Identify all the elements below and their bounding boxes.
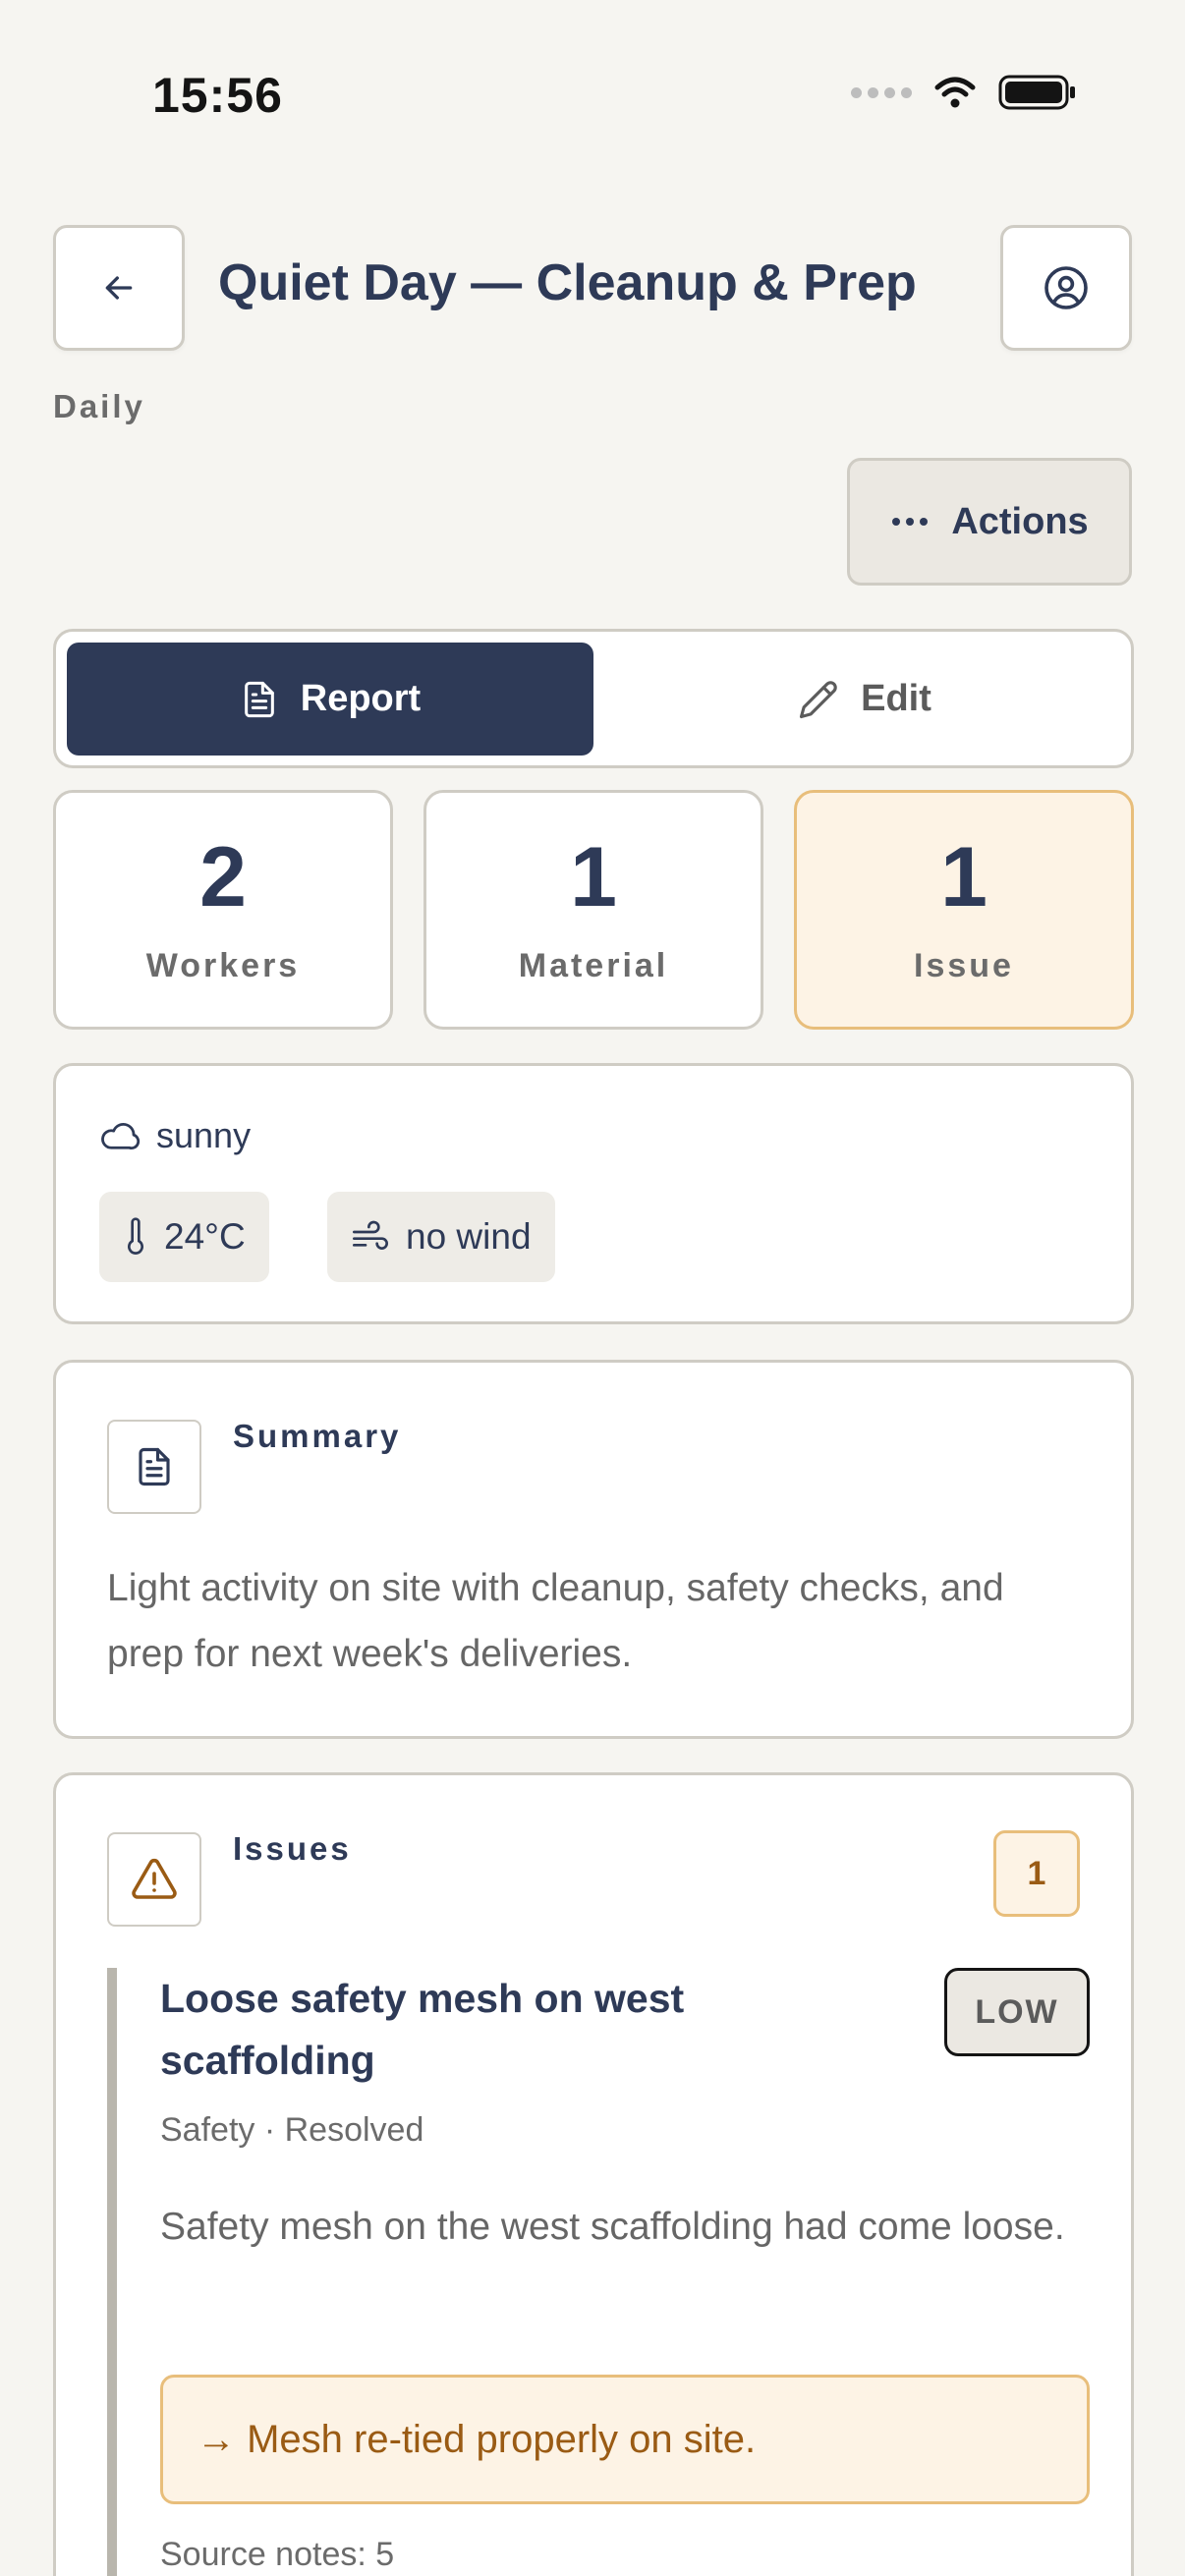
actions-label: Actions <box>951 500 1089 542</box>
tab-report[interactable]: Report <box>67 643 593 756</box>
issue-description: Safety mesh on the west scaffolding had … <box>160 2206 1065 2248</box>
profile-button[interactable] <box>1000 225 1132 351</box>
summary-text: Light activity on site with cleanup, saf… <box>107 1567 1004 1675</box>
file-text-icon <box>244 681 274 717</box>
issues-card: Issues 1 Loose safety mesh on west scaff… <box>53 1772 1134 2576</box>
cloud-icon <box>101 1122 141 1149</box>
issue-item[interactable]: Loose safety mesh on west scaffolding LO… <box>107 1968 1090 2576</box>
stat-material-label: Material <box>518 946 669 984</box>
view-toggle: Report Edit <box>53 629 1134 768</box>
status-icons <box>851 73 1077 112</box>
issue-resolution: → Mesh re-tied properly on site. <box>160 2375 1090 2504</box>
temperature-value: 24°C <box>164 1216 246 1257</box>
stat-workers-label: Workers <box>145 946 301 984</box>
issues-heading: Issues <box>233 1830 352 1867</box>
weather-condition-text: sunny <box>156 1115 252 1155</box>
wind-chip: no wind <box>327 1192 555 1282</box>
issues-count-badge: 1 <box>993 1830 1080 1917</box>
wind-value: no wind <box>406 1216 532 1257</box>
weather-card: sunny 24°C no wind <box>53 1063 1134 1324</box>
document-icon <box>139 1447 170 1486</box>
signal-icon <box>851 86 912 98</box>
arrow-left-icon <box>105 276 133 300</box>
tab-edit-label: Edit <box>861 678 931 719</box>
stat-workers[interactable]: 2 Workers <box>53 790 393 1030</box>
tab-report-label: Report <box>300 678 422 719</box>
stat-issue-label: Issue <box>914 946 1014 984</box>
page-title: Quiet Day — Cleanup & Prep <box>218 254 917 311</box>
actions-button[interactable]: Actions <box>847 458 1132 586</box>
stat-issue[interactable]: 1 Issue <box>794 790 1134 1030</box>
wifi-icon <box>934 77 976 108</box>
stat-material-value: 1 <box>570 829 617 924</box>
report-type-label: Daily <box>53 388 145 424</box>
battery-icon <box>998 75 1075 110</box>
weather-condition: sunny <box>99 1115 251 1156</box>
wind-icon <box>353 1220 388 1250</box>
stat-workers-value: 2 <box>199 829 247 924</box>
summary-heading: Summary <box>233 1418 402 1454</box>
status-time: 15:56 <box>152 68 283 123</box>
issue-meta: Safety · Resolved <box>160 2111 424 2149</box>
issues-icon-box <box>107 1832 201 1927</box>
issue-source-notes: Source notes: 5 <box>160 2536 395 2573</box>
issue-title: Loose safety mesh on west scaffolding <box>160 1976 685 2083</box>
summary-icon-box <box>107 1420 201 1514</box>
tab-edit[interactable]: Edit <box>606 643 1123 756</box>
stat-material[interactable]: 1 Material <box>423 790 763 1030</box>
more-horizontal-icon <box>892 518 929 526</box>
severity-badge: LOW <box>944 1968 1090 2056</box>
summary-card: Summary Light activity on site with clea… <box>53 1360 1134 1739</box>
temperature-chip: 24°C <box>99 1192 269 1282</box>
user-circle-icon <box>1044 266 1088 309</box>
stat-issue-value: 1 <box>940 829 988 924</box>
back-button[interactable] <box>53 225 185 351</box>
thermometer-icon <box>128 1217 143 1255</box>
pencil-icon <box>800 680 837 718</box>
warning-triangle-icon <box>132 1858 177 1899</box>
